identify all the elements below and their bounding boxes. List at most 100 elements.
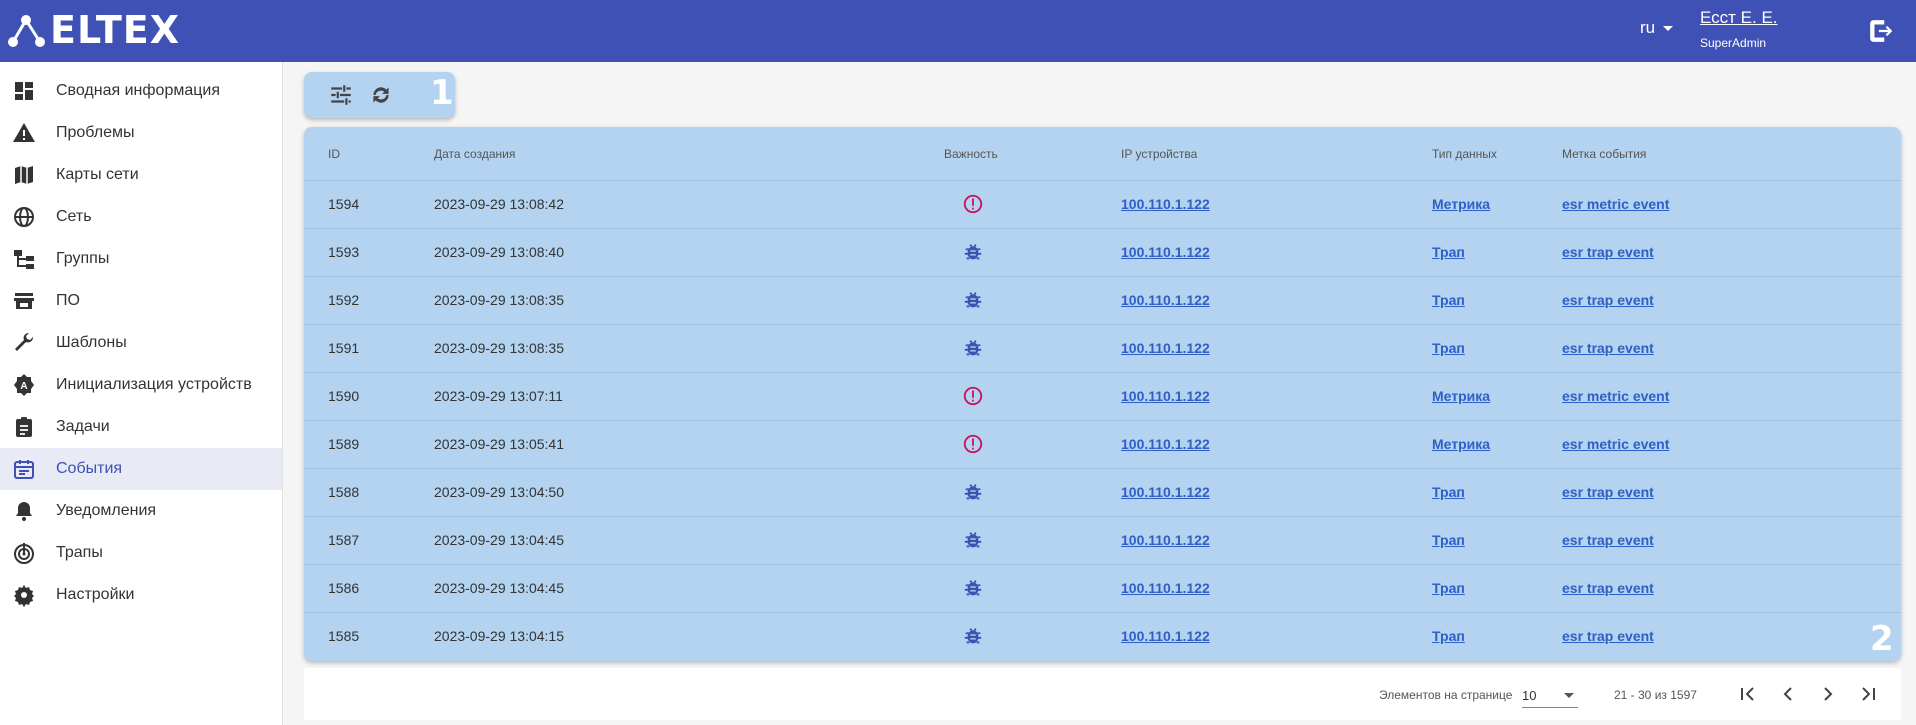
table-row[interactable]: 1590 2023-09-29 13:07:11 100.110.1.122 Метр… xyxy=(304,373,1901,421)
sidebar: Сводная информация Проблемы Карты сети С… xyxy=(0,62,283,725)
warning-icon xyxy=(13,123,35,142)
event-label-link[interactable]: esr trap event xyxy=(1562,628,1654,644)
alert-circle-icon xyxy=(963,434,983,454)
cell-date: 2023-09-29 13:04:45 xyxy=(434,532,564,548)
table-row[interactable]: 1593 2023-09-29 13:08:40 100.110.1.122 Трап… xyxy=(304,229,1901,277)
event-label-link[interactable]: esr metric event xyxy=(1562,436,1669,452)
column-header-severity[interactable]: Важность xyxy=(944,147,998,161)
table-row[interactable]: 1586 2023-09-29 13:04:45 100.110.1.122 Трап… xyxy=(304,565,1901,613)
column-header-ip[interactable]: IP устройства xyxy=(1121,147,1197,161)
table-row[interactable]: 1594 2023-09-29 13:08:42 100.110.1.122 Метр… xyxy=(304,181,1901,229)
data-type-link[interactable]: Трап xyxy=(1432,292,1465,308)
cell-date: 2023-09-29 13:04:15 xyxy=(434,628,564,644)
device-ip-link[interactable]: 100.110.1.122 xyxy=(1121,196,1210,212)
logo-text: ELTEX xyxy=(50,8,181,52)
sidebar-item-label: Сводная информация xyxy=(56,82,220,99)
table-header: ID Дата создания Важность IP устройства … xyxy=(304,127,1901,181)
table-row[interactable]: 1585 2023-09-29 13:04:15 100.110.1.122 Трап… xyxy=(304,613,1901,661)
map-icon xyxy=(15,166,33,184)
cell-id: 1590 xyxy=(328,388,360,404)
device-ip-link[interactable]: 100.110.1.122 xyxy=(1121,292,1210,308)
sidebar-item-label: Группы xyxy=(56,250,110,267)
refresh-icon[interactable] xyxy=(368,82,394,108)
previous-page-icon[interactable] xyxy=(1776,682,1800,706)
sidebar-item-device-init[interactable]: A Инициализация устройств xyxy=(0,364,282,406)
data-type-link[interactable]: Трап xyxy=(1432,628,1465,644)
cell-date: 2023-09-29 13:04:45 xyxy=(434,580,564,596)
column-header-label[interactable]: Метка события xyxy=(1562,147,1646,161)
data-type-link[interactable]: Трап xyxy=(1432,532,1465,548)
data-type-link[interactable]: Метрика xyxy=(1432,196,1490,212)
device-ip-link[interactable]: 100.110.1.122 xyxy=(1121,436,1210,452)
event-label-link[interactable]: esr trap event xyxy=(1562,244,1654,260)
event-label-link[interactable]: esr trap event xyxy=(1562,340,1654,356)
table-row[interactable]: 1589 2023-09-29 13:05:41 100.110.1.122 Метр… xyxy=(304,421,1901,469)
calendar-icon xyxy=(14,460,34,479)
sidebar-item-problems[interactable]: Проблемы xyxy=(0,112,282,154)
column-header-type[interactable]: Тип данных xyxy=(1432,147,1497,161)
event-label-link[interactable]: esr trap event xyxy=(1562,580,1654,596)
sidebar-item-events[interactable]: События xyxy=(0,448,282,490)
sidebar-item-network-maps[interactable]: Карты сети xyxy=(0,154,282,196)
cell-date: 2023-09-29 13:04:50 xyxy=(434,484,564,500)
sidebar-item-label: Инициализация устройств xyxy=(56,376,252,393)
next-page-icon[interactable] xyxy=(1816,682,1840,706)
callout-number-1: 1 xyxy=(430,73,454,113)
event-label-link[interactable]: esr trap event xyxy=(1562,292,1654,308)
first-page-icon[interactable] xyxy=(1736,682,1760,706)
groups-tree-icon xyxy=(14,250,34,269)
event-label-link[interactable]: esr metric event xyxy=(1562,388,1669,404)
device-ip-link[interactable]: 100.110.1.122 xyxy=(1121,388,1210,404)
wrench-icon xyxy=(15,332,34,351)
sidebar-item-groups[interactable]: Группы xyxy=(0,238,282,280)
data-type-link[interactable]: Трап xyxy=(1432,340,1465,356)
data-type-link[interactable]: Трап xyxy=(1432,580,1465,596)
device-ip-link[interactable]: 100.110.1.122 xyxy=(1121,340,1210,356)
alert-circle-icon xyxy=(963,194,983,214)
device-ip-link[interactable]: 100.110.1.122 xyxy=(1121,628,1210,644)
last-page-icon[interactable] xyxy=(1856,682,1880,706)
device-ip-link[interactable]: 100.110.1.122 xyxy=(1121,580,1210,596)
items-per-page-select[interactable]: 10 xyxy=(1522,682,1578,708)
sidebar-item-traps[interactable]: Трапы xyxy=(0,532,282,574)
gear-icon xyxy=(14,585,34,607)
event-label-link[interactable]: esr metric event xyxy=(1562,196,1669,212)
table-row[interactable]: 1591 2023-09-29 13:08:35 100.110.1.122 Трап… xyxy=(304,325,1901,373)
sidebar-item-label: ПО xyxy=(56,292,80,309)
device-ip-link[interactable]: 100.110.1.122 xyxy=(1121,244,1210,260)
logout-icon[interactable] xyxy=(1868,18,1894,44)
table-row[interactable]: 1592 2023-09-29 13:08:35 100.110.1.122 Трап… xyxy=(304,277,1901,325)
device-ip-link[interactable]: 100.110.1.122 xyxy=(1121,484,1210,500)
event-label-link[interactable]: esr trap event xyxy=(1562,484,1654,500)
eltex-logo[interactable]: ELTEX xyxy=(6,8,181,52)
data-type-link[interactable]: Трап xyxy=(1432,484,1465,500)
sidebar-item-summary[interactable]: Сводная информация xyxy=(0,70,282,112)
language-select[interactable]: ru xyxy=(1640,18,1674,38)
sidebar-item-label: Шаблоны xyxy=(56,334,127,351)
chevron-down-icon xyxy=(1663,25,1674,31)
table-body: 1594 2023-09-29 13:08:42 100.110.1.122 Метр… xyxy=(304,181,1901,661)
top-app-bar: ELTEX ru Есст Е. Е. SuperAdmin xyxy=(0,0,1916,62)
sidebar-item-label: Уведомления xyxy=(56,502,157,519)
data-type-link[interactable]: Метрика xyxy=(1432,388,1490,404)
column-header-date[interactable]: Дата создания xyxy=(434,147,515,161)
data-type-link[interactable]: Трап xyxy=(1432,244,1465,260)
page-range: 21 - 30 из 1597 xyxy=(1614,688,1697,702)
sidebar-item-settings[interactable]: Настройки xyxy=(0,574,282,616)
sidebar-item-network[interactable]: Сеть xyxy=(0,196,282,238)
pagination-bar: Элементов на странице 10 21 - 30 из 1597 xyxy=(304,668,1901,720)
table-row[interactable]: 1588 2023-09-29 13:04:50 100.110.1.122 Трап… xyxy=(304,469,1901,517)
cell-id: 1591 xyxy=(328,340,360,356)
user-name-link[interactable]: Есст Е. Е. xyxy=(1700,8,1778,28)
sidebar-item-templates[interactable]: Шаблоны xyxy=(0,322,282,364)
filter-tune-icon[interactable] xyxy=(328,82,354,108)
sidebar-item-notifications[interactable]: Уведомления xyxy=(0,490,282,532)
event-label-link[interactable]: esr trap event xyxy=(1562,532,1654,548)
sidebar-item-tasks[interactable]: Задачи xyxy=(0,406,282,448)
device-ip-link[interactable]: 100.110.1.122 xyxy=(1121,532,1210,548)
sidebar-item-software[interactable]: ПО xyxy=(0,280,282,322)
data-type-link[interactable]: Метрика xyxy=(1432,436,1490,452)
cell-date: 2023-09-29 13:08:35 xyxy=(434,292,564,308)
table-row[interactable]: 1587 2023-09-29 13:04:45 100.110.1.122 Трап… xyxy=(304,517,1901,565)
column-header-id[interactable]: ID xyxy=(328,147,340,161)
